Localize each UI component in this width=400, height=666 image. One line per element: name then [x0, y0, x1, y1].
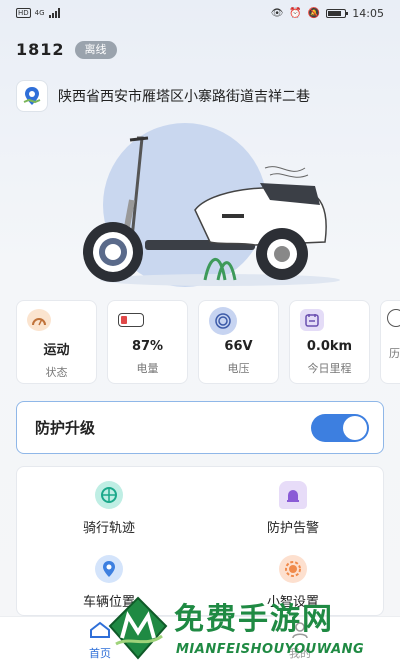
stat-label: 历	[389, 347, 400, 360]
protection-label: 防护升级	[35, 419, 96, 437]
battery-status-icon	[326, 8, 349, 18]
hd-badge: HD	[16, 8, 31, 18]
stat-value: 0.0km	[306, 339, 353, 354]
riding-track-icon	[95, 481, 123, 509]
stat-label: 状态	[45, 366, 68, 379]
watermark-title: 免费手游网	[174, 602, 334, 637]
stat-card-mileage[interactable]: 0.0km 今日里程	[289, 300, 370, 384]
feature-label: 防护告警	[266, 521, 319, 536]
location-row[interactable]: 陕西省西安市雁塔区小寨路街道吉祥二巷	[16, 80, 310, 112]
feature-riding-track[interactable]: 骑行轨迹	[17, 481, 201, 536]
history-icon	[387, 309, 400, 327]
status-right: 👁 ⏰ 🔕 14:05	[271, 7, 384, 20]
calendar-icon	[300, 309, 324, 331]
alarm-clock-icon: ⏰	[289, 7, 302, 19]
scooter-illustration	[70, 120, 340, 290]
stat-value: 运动	[43, 343, 70, 358]
protection-upgrade-row: 防护升级	[16, 401, 384, 454]
stat-card-history[interactable]: 历	[380, 300, 400, 384]
network-type: 4G	[34, 9, 45, 17]
stat-card-voltage[interactable]: 66V 电压	[198, 300, 279, 384]
battery-icon	[118, 313, 144, 327]
alarm-icon	[279, 481, 307, 509]
clock: 14:05	[352, 6, 384, 20]
stat-card-battery[interactable]: 87% 电量	[107, 300, 188, 384]
status-badge: 离线	[74, 40, 117, 59]
status-left: HD 4G	[16, 8, 60, 18]
voltage-icon	[209, 307, 237, 335]
stat-label: 电压	[227, 362, 250, 375]
address-text: 陕西省西安市雁塔区小寨路街道吉祥二巷	[58, 89, 310, 105]
protection-toggle[interactable]	[311, 413, 369, 442]
stat-label: 今日里程	[307, 362, 352, 375]
smart-settings-icon	[279, 555, 307, 583]
watermark: 免费手游网 MIANFEISHOUYOUWANG	[106, 592, 400, 666]
stat-label: 电量	[136, 362, 159, 375]
watermark-logo-icon	[108, 596, 168, 660]
status-bar: HD 4G 👁 ⏰ 🔕 14:05	[0, 0, 400, 26]
stat-value: 87%	[131, 339, 164, 354]
watermark-subtitle: MIANFEISHOUYOUWANG	[176, 642, 365, 657]
eye-icon: 👁	[270, 7, 284, 19]
device-id: 1812	[16, 40, 65, 59]
stat-card-status[interactable]: 运动 状态	[16, 300, 97, 384]
map-pin-icon	[16, 80, 48, 112]
toggle-knob	[343, 415, 367, 440]
feature-alarm[interactable]: 防护告警	[201, 481, 385, 536]
device-header: 1812 离线	[16, 40, 117, 59]
mute-icon: 🔕	[307, 7, 321, 19]
stat-value: 66V	[224, 339, 253, 354]
vehicle-location-icon	[95, 555, 123, 583]
stats-row: 运动 状态 87% 电量 66V 电压 0.0km 今日里程 历	[16, 300, 400, 384]
speedometer-icon	[27, 309, 51, 331]
feature-label: 骑行轨迹	[82, 521, 135, 536]
signal-icon	[48, 8, 60, 18]
